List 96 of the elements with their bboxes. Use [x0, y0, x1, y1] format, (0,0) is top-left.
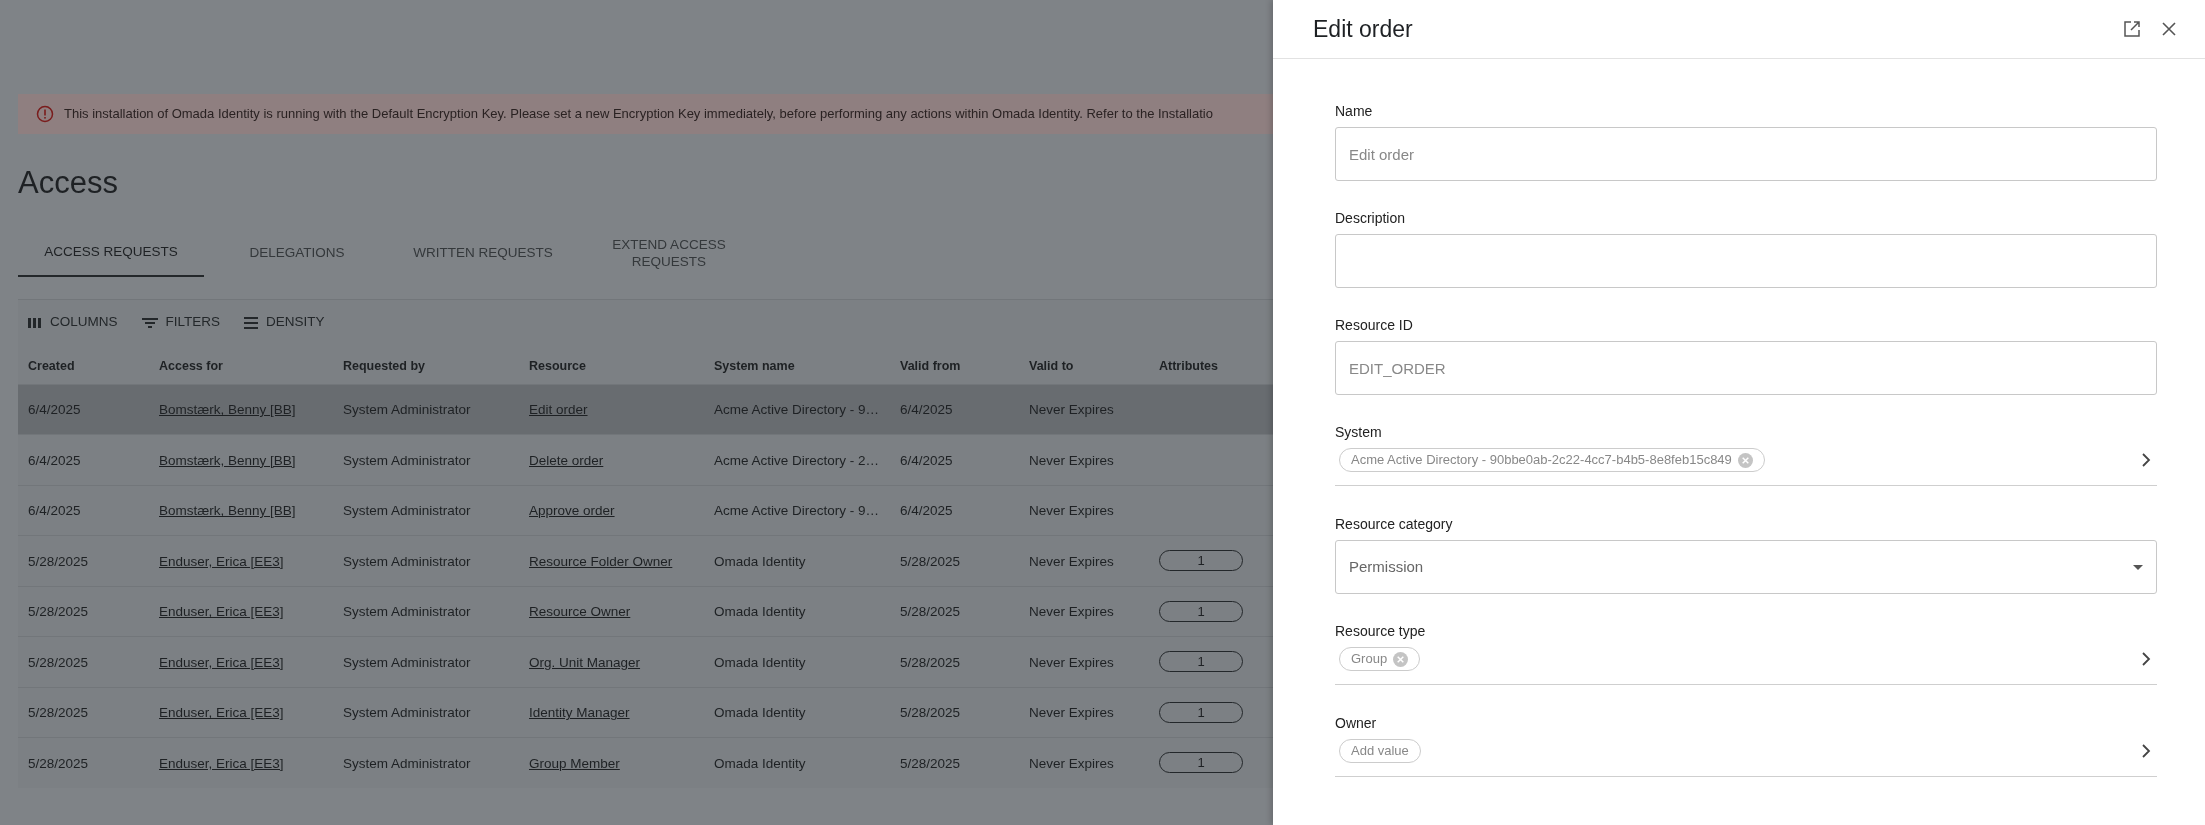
column-header[interactable]: Requested by	[343, 358, 425, 373]
table-cell: Never Expires	[1029, 553, 1114, 569]
select-field[interactable]: Permission	[1335, 540, 2157, 594]
table-cell: 6/4/2025	[28, 503, 81, 519]
table-row[interactable]: 6/4/2025 Bomstærk, Benny [BB] System Administrator Edit order Acme Active Directory - 9… 6/4/2025 Never Expires	[18, 383, 1273, 434]
table-link[interactable]: Enduser, Erica [EE3]	[159, 705, 284, 721]
table-cell: 5/28/2025	[900, 654, 961, 670]
table-cell: Acme Active Directory - 2…	[714, 452, 880, 468]
table-cell: 5/28/2025	[900, 755, 961, 771]
table-cell: System Administrator	[343, 755, 471, 771]
panel-title: Edit order	[1313, 14, 1413, 44]
table-cell: 6/4/2025	[900, 452, 953, 468]
table-link[interactable]: Enduser, Erica [EE3]	[159, 604, 284, 620]
table-cell: 5/28/2025	[28, 604, 89, 620]
input-field[interactable]	[1335, 234, 2157, 288]
table-link[interactable]: Enduser, Erica [EE3]	[159, 755, 284, 771]
column-header[interactable]: Resource	[529, 358, 586, 373]
table-cell: 5/28/2025	[900, 553, 961, 569]
field-label: Resource ID	[1335, 316, 1413, 335]
toolbar-button[interactable]: FILTERS	[141, 312, 221, 333]
chevron-right-icon[interactable]	[2141, 743, 2151, 759]
table-cell: 5/28/2025	[900, 604, 961, 620]
input-field[interactable]: EDIT_ORDER	[1335, 341, 2157, 395]
table-cell: Omada Identity	[714, 553, 806, 569]
table-cell: System Administrator	[343, 654, 471, 670]
table-link[interactable]: Bomstærk, Benny [BB]	[159, 503, 296, 519]
table-cell: Never Expires	[1029, 604, 1114, 620]
table-cell: Never Expires	[1029, 452, 1114, 468]
table-cell: 5/28/2025	[28, 654, 89, 670]
close-icon[interactable]	[2161, 21, 2177, 37]
table-cell: System Administrator	[343, 604, 471, 620]
field-label: Description	[1335, 209, 1406, 228]
table-link[interactable]: Edit order	[529, 402, 588, 418]
table-link[interactable]: Bomstærk, Benny [BB]	[159, 452, 296, 468]
table-cell: Acme Active Directory - 9…	[714, 503, 880, 519]
column-header[interactable]: Created	[28, 358, 75, 373]
table-cell: 6/4/2025	[28, 402, 81, 418]
table-cell: Never Expires	[1029, 402, 1114, 418]
table-cell: 6/4/2025	[900, 402, 953, 418]
toolbar-button[interactable]: DENSITY	[244, 312, 325, 333]
column-header[interactable]: Valid from	[900, 358, 961, 373]
field-label: Name	[1335, 102, 1373, 121]
banner-text: This installation of Omada Identity is running with the Default Encryption Key. Please set a new Encryption Key immediately, before performing any actions within Omada Identity. Refer to the Installatio	[64, 105, 1213, 124]
table-cell: Omada Identity	[714, 654, 806, 670]
table-cell: 6/4/2025	[28, 452, 81, 468]
table-link[interactable]: Resource Owner	[529, 604, 631, 620]
field-label: Resource category	[1335, 515, 1453, 534]
table-cell: Never Expires	[1029, 705, 1114, 721]
table-link[interactable]: Identity Manager	[529, 705, 630, 721]
tab[interactable]: EXTEND ACCESS REQUESTS	[576, 228, 762, 277]
toolbar-button[interactable]: COLUMNS	[28, 312, 118, 333]
table-cell: Never Expires	[1029, 503, 1114, 519]
tab[interactable]: ACCESS REQUESTS	[18, 228, 204, 277]
table-link[interactable]: Org. Unit Manager	[529, 654, 641, 670]
table-cell: Omada Identity	[714, 604, 806, 620]
table-cell: System Administrator	[343, 503, 471, 519]
table-link[interactable]: Enduser, Erica [EE3]	[159, 654, 284, 670]
table-cell: 5/28/2025	[28, 553, 89, 569]
field-label: Resource type	[1335, 622, 1426, 641]
chevron-right-icon[interactable]	[2141, 651, 2151, 667]
column-header[interactable]: Valid to	[1029, 358, 1074, 373]
table-link[interactable]: Delete order	[529, 452, 604, 468]
table-cell: Acme Active Directory - 9…	[714, 402, 880, 418]
chevron-right-icon[interactable]	[2141, 452, 2151, 468]
page-title: Access	[18, 164, 118, 202]
table-link[interactable]: Enduser, Erica [EE3]	[159, 553, 284, 569]
column-header[interactable]: Access for	[159, 358, 223, 373]
table-cell: System Administrator	[343, 402, 471, 418]
filter-icon	[141, 316, 158, 329]
table-cell: Omada Identity	[714, 755, 806, 771]
dropdown-caret-icon	[2133, 564, 2143, 570]
table-link[interactable]: Group Member	[529, 755, 620, 771]
table-cell: Omada Identity	[714, 705, 806, 721]
table-cell: Never Expires	[1029, 654, 1114, 670]
field-label: Owner	[1335, 714, 1377, 733]
table-cell: 5/28/2025	[900, 705, 961, 721]
table-cell: System Administrator	[343, 452, 471, 468]
field-label: System	[1335, 423, 1382, 442]
table-link[interactable]: Approve order	[529, 503, 615, 519]
table-cell: System Administrator	[343, 553, 471, 569]
table-cell: System Administrator	[343, 705, 471, 721]
density-icon	[244, 316, 259, 329]
column-header[interactable]: Attributes	[1159, 358, 1219, 373]
table-cell: 5/28/2025	[28, 705, 89, 721]
table-cell: 5/28/2025	[28, 755, 89, 771]
columns-icon	[28, 316, 42, 329]
column-header[interactable]: System name	[714, 358, 795, 373]
tab[interactable]: DELEGATIONS	[204, 228, 390, 277]
table-link[interactable]: Bomstærk, Benny [BB]	[159, 402, 296, 418]
table-link[interactable]: Resource Folder Owner	[529, 553, 673, 569]
tab[interactable]: WRITTEN REQUESTS	[390, 228, 576, 277]
warning-icon	[36, 105, 54, 123]
table-cell: 6/4/2025	[900, 503, 953, 519]
input-field[interactable]: Edit order	[1335, 127, 2157, 181]
table-cell: Never Expires	[1029, 755, 1114, 771]
open-external-icon[interactable]	[2123, 20, 2141, 38]
